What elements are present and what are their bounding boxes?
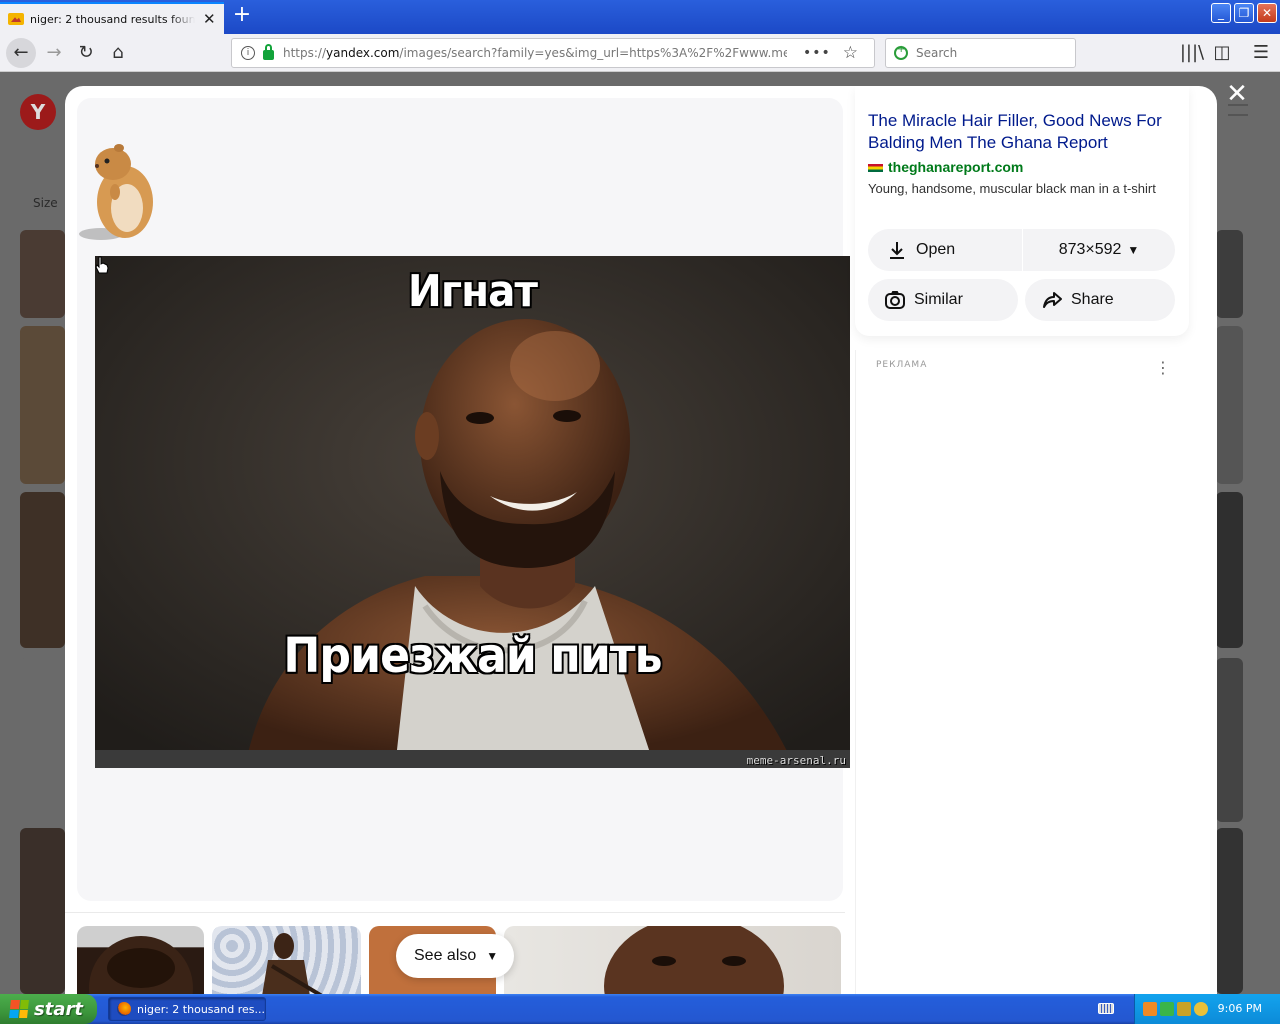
tray-app-icon[interactable] [1143, 1002, 1157, 1016]
chevron-down-icon: ▼ [1127, 243, 1140, 257]
yandex-logo[interactable]: Y [20, 94, 56, 130]
library-icon[interactable]: |||\ [1178, 39, 1206, 67]
meme-top-caption: Игнат [407, 266, 538, 317]
download-icon [890, 242, 904, 259]
background-thumbnail[interactable] [1216, 492, 1243, 648]
related-thumbnail[interactable] [212, 926, 361, 996]
background-thumbnail[interactable] [20, 828, 65, 994]
minimize-window-button[interactable]: _ [1211, 3, 1231, 23]
related-thumbnail[interactable] [504, 926, 841, 996]
similar-button[interactable]: Similar [868, 279, 1018, 321]
background-thumbnail[interactable] [1216, 658, 1243, 822]
background-thumbnail[interactable] [20, 326, 65, 484]
browser-titlebar: niger: 2 thousand results found in Yande… [0, 0, 1280, 34]
back-arrow-icon[interactable]: ← [6, 38, 36, 68]
share-arrow-icon [1043, 292, 1062, 308]
close-tab-icon[interactable]: ✕ [203, 10, 216, 28]
divider [65, 912, 845, 913]
background-thumbnail[interactable] [20, 230, 65, 318]
taskbar-window-button[interactable]: niger: 2 thousand res... [108, 997, 266, 1021]
ghana-flag-icon [868, 164, 883, 172]
image-size-label: 873×592 [1058, 241, 1122, 258]
see-also-button[interactable]: See also ▼ [396, 934, 514, 978]
man-with-guitar-thumbnail [262, 933, 324, 996]
background-thumbnail[interactable] [1216, 230, 1243, 318]
ad-options-kebab-icon[interactable]: ⋮ [1155, 358, 1171, 378]
home-icon[interactable]: ⌂ [104, 39, 132, 67]
hamburger-menu-icon[interactable]: ☰ [1247, 39, 1275, 67]
start-label: start [34, 998, 83, 1020]
tab-title: niger: 2 thousand results found in Yande… [30, 12, 195, 26]
main-image[interactable]: Игнат Приезжай пить meme-arsenal.ru [95, 256, 850, 768]
start-button[interactable]: start [0, 994, 97, 1024]
page-actions-ellipsis-icon[interactable]: ••• [803, 45, 831, 61]
open-button-label: Open [916, 241, 956, 258]
bookmark-star-icon[interactable]: ☆ [843, 43, 858, 63]
taskbar-window-label: niger: 2 thousand res... [137, 1002, 265, 1016]
forward-arrow-icon[interactable]: → [40, 39, 68, 67]
size-filter-label[interactable]: Size [33, 196, 58, 210]
lock-icon [263, 44, 274, 60]
meme-bottom-caption: Приезжай пить [283, 628, 662, 684]
reload-icon[interactable]: ↻ [72, 39, 100, 67]
image-info-panel: The Miracle Hair Filler, Good News For B… [855, 86, 1189, 336]
firefox-icon [117, 1002, 131, 1016]
ad-label: РЕКЛАМА [876, 360, 928, 370]
background-thumbnail[interactable] [1216, 828, 1243, 994]
image-viewer-area: Игнат Приезжай пить meme-arsenal.ru [77, 98, 850, 901]
address-bar[interactable]: i https://yandex.com/images/search?famil… [231, 38, 875, 68]
advertisement-panel: РЕКЛАМА ⋮ [855, 350, 1189, 996]
url-text[interactable]: https://yandex.com/images/search?family=… [283, 46, 787, 60]
windows-logo-icon [9, 1000, 29, 1018]
background-thumbnail[interactable] [20, 658, 65, 822]
sidebar-icon[interactable]: ◫ [1208, 39, 1236, 67]
result-title-link[interactable]: The Miracle Hair Filler, Good News For B… [868, 110, 1168, 154]
yandex-images-favicon-icon [8, 13, 24, 25]
search-bar[interactable] [885, 38, 1076, 68]
tray-search-icon[interactable] [1194, 1002, 1208, 1016]
hamster-mascot-icon [79, 144, 153, 240]
chevron-down-icon: ▼ [486, 949, 499, 963]
man-portrait-photo [95, 256, 850, 768]
image-size-dropdown[interactable]: 873×592 ▼ [1023, 229, 1175, 271]
camera-search-icon [885, 291, 905, 309]
image-viewer-modal: Игнат Приезжай пить meme-arsenal.ru The … [65, 86, 1217, 996]
taskbar: start niger: 2 thousand res... 9:06 PM [0, 994, 1280, 1024]
system-tray: 9:06 PM [1134, 994, 1280, 1024]
source-domain-link[interactable]: theghanareport.com [888, 159, 1023, 175]
see-also-label: See also [414, 947, 477, 964]
site-info-icon[interactable]: i [241, 46, 255, 60]
related-thumbnail[interactable] [77, 926, 204, 996]
search-input[interactable] [916, 46, 1066, 60]
new-tab-button[interactable]: + [230, 4, 254, 28]
similar-button-label: Similar [914, 291, 963, 308]
navigation-toolbar: ← → ↻ ⌂ i https://yandex.com/images/sear… [0, 34, 1280, 72]
man-face-thumbnail [89, 936, 193, 996]
tray-tools-icon[interactable] [1177, 1002, 1191, 1016]
result-description: Young, handsome, muscular black man in a… [868, 181, 1156, 196]
keyboard-layout-icon[interactable] [1098, 1003, 1114, 1014]
background-thumbnail[interactable] [1216, 326, 1243, 484]
share-button[interactable]: Share [1025, 279, 1175, 321]
image-watermark: meme-arsenal.ru [746, 754, 846, 767]
open-button[interactable]: Open [868, 229, 1022, 271]
tray-network-icon[interactable] [1160, 1002, 1174, 1016]
restore-window-button[interactable]: ❐ [1234, 3, 1254, 23]
search-icon [894, 44, 908, 60]
browser-tab[interactable]: niger: 2 thousand results found in Yande… [0, 2, 224, 34]
share-button-label: Share [1071, 291, 1114, 308]
close-window-button[interactable]: ✕ [1257, 3, 1277, 23]
smiling-man-thumbnail [604, 926, 784, 996]
background-thumbnail[interactable] [20, 492, 65, 648]
clock: 9:06 PM [1217, 1002, 1262, 1015]
close-viewer-icon[interactable]: ✕ [1225, 81, 1249, 107]
hand-cursor-icon [95, 256, 109, 274]
